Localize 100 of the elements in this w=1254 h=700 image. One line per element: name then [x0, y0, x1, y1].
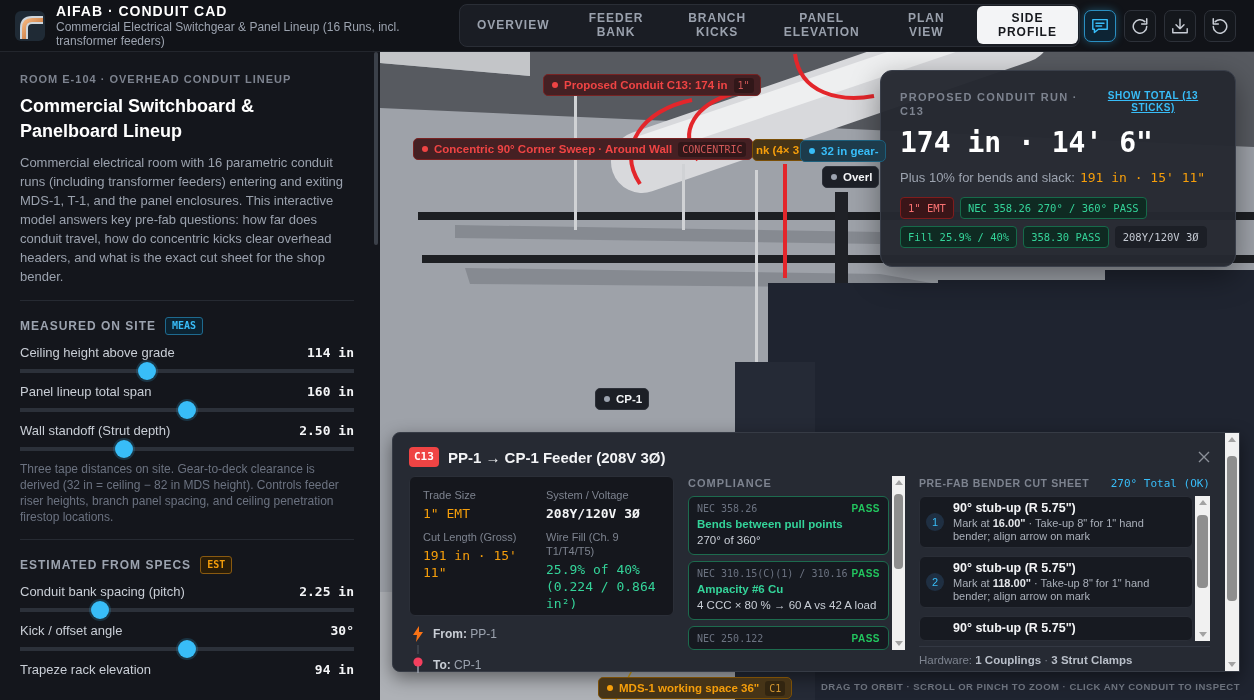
refresh-button[interactable] [1124, 9, 1156, 42]
section-title: MEASURED ON SITE [20, 319, 156, 333]
label-text: 32 in gear- [821, 145, 879, 157]
spec-label: Wire Fill (Ch. 9 T1/T4/T5) [546, 530, 620, 558]
run-label: PROPOSED CONDUIT RUN · C13 [900, 90, 1079, 118]
close-icon [1198, 451, 1210, 463]
project-subtitle: Commercial Electrical Switchgear & Panel Lineup (16 Runs, incl. transformer feeders) [56, 20, 401, 48]
slider-value: 30° [330, 622, 354, 640]
lightning-icon [413, 626, 423, 642]
view-tab[interactable]: PLAN VIEW [875, 6, 977, 44]
source-tag: EST [200, 556, 233, 574]
conduit[interactable] [793, 53, 875, 100]
slider-value: 114 in [307, 344, 354, 362]
label-tag: CONCENTRIC [678, 141, 747, 157]
chat-button[interactable] [1084, 9, 1116, 42]
spec-label: System / Voltage [546, 488, 630, 502]
slider-thumb[interactable] [137, 362, 156, 380]
run-length: 174 in · 14' 6" [900, 126, 1154, 160]
step-number: 2 [926, 573, 944, 591]
scrollbar[interactable] [1195, 496, 1210, 641]
threaded-rod [682, 164, 685, 230]
section-note: Three tape distances on site. Gear-to-deck clearance is derived (32 in = ceiling − 82 in MDS height). Controls feeder riser heights, branch panel spacing, and ceiling penetration firestop locations. [20, 461, 340, 525]
room-label: ROOM E-104 · OVERHEAD CONDUIT LINEUP [20, 72, 293, 86]
hardware-summary: Hardware: 1 Couplings · 3 Strut Clamps [919, 646, 1210, 667]
app-title: AIFAB · CONDUIT CAD [56, 3, 229, 20]
undo-icon [1212, 17, 1228, 34]
slider-thumb[interactable] [178, 401, 196, 419]
allowance-value: 191 in · 15' 11" [1079, 170, 1206, 185]
slider-label: Conduit bank spacing (pitch) [20, 583, 185, 601]
label-text: nk (4× 3 [756, 144, 800, 156]
slider-label: Ceiling height above grade [20, 344, 175, 362]
source-tag: MEAS [165, 317, 204, 335]
rule-detail: 270° of 360° [697, 533, 762, 548]
scrollbar-thumb[interactable] [894, 494, 903, 569]
pin-icon [413, 657, 423, 673]
spec-chip: 358.30 PASS [1023, 226, 1109, 248]
close-button[interactable] [1198, 451, 1210, 463]
label-text: Concentric 90° Corner Sweep · Around Wall [434, 143, 673, 155]
navigation-hint: DRAG TO ORBIT · SCROLL OR PINCH TO ZOOM · CLICK ANY CONDUIT TO INSPECT [820, 681, 1240, 692]
compliance-heading: COMPLIANCE [688, 477, 773, 490]
view-tab[interactable]: PANEL ELEVATION [767, 6, 876, 44]
label-text: Overl [843, 171, 873, 183]
bend-total: 270° Total (OK) [1110, 476, 1210, 490]
rule-code: NEC 358.26 [697, 502, 758, 515]
label-tag: 1" [733, 77, 754, 93]
scrollbar[interactable] [892, 476, 905, 650]
conduit-tag: C13 [409, 447, 439, 467]
slider-thumb[interactable] [91, 601, 110, 619]
route-text: From: PP-1 [433, 627, 497, 641]
dialog-title: PP-1 → CP-1 Feeder (208V 3Ø) [447, 448, 666, 466]
slider-value: 160 in [307, 383, 354, 401]
label-text: CP-1 [616, 393, 643, 405]
view-tab[interactable]: OVERVIEW [461, 6, 566, 44]
status-label: PASS [851, 568, 880, 579]
slider-value: 2.50 in [299, 422, 354, 440]
step-number: 1 [926, 513, 944, 531]
slider-thumb[interactable] [114, 440, 133, 458]
slider-thumb[interactable] [178, 640, 196, 658]
reset-button[interactable] [1204, 9, 1236, 42]
view-tab[interactable]: BRANCH KICKS [666, 6, 768, 44]
spec-chip: Fill 25.9% / 40% [900, 226, 1018, 248]
slider-value: 2.25 in [299, 583, 354, 601]
spec-value: 208Y/120V 3Ø [546, 505, 641, 522]
slider-label: Trapeze rack elevation [20, 661, 152, 679]
rule-code: NEC 310.15(C)(1) / 310.16 [697, 567, 848, 580]
slider-value: 94 in [314, 661, 354, 679]
elbow-pipe-icon [15, 10, 45, 41]
scrollbar-thumb[interactable] [374, 52, 378, 245]
show-total-link[interactable]: SHOW TOTAL (13 STICKS) [1104, 90, 1202, 114]
slider-label: Kick / offset angle [20, 622, 123, 640]
cut-sheet-heading: PRE-FAB BENDER CUT SHEET [919, 477, 1090, 489]
scrollbar-thumb[interactable] [1227, 455, 1237, 602]
rule-title: Ampacity #6 Cu [697, 582, 785, 597]
label-text: Proposed Conduit C13: 174 in [564, 79, 728, 91]
view-tab[interactable]: SIDE PROFILE [976, 6, 1078, 44]
spec-value: 1" EMT [423, 505, 471, 522]
download-icon [1172, 17, 1188, 34]
download-button[interactable] [1164, 9, 1196, 42]
allowance-label: Plus 10% for bends and slack: [900, 170, 1075, 185]
scrollbar-thumb[interactable] [1197, 515, 1208, 588]
description-text: Commercial electrical room with 16 parametric conduit runs (including transformer feeders) entering and exiting MDS-1, T-1, and the panel enclosures. This interactive model answers key pre-fab questions: how far does conduit travel, how do concentric kicks clear overhead headers, and what is the exact cut sheet for the shop bender. [20, 154, 344, 286]
view-tab[interactable]: FEEDER BANK [565, 6, 667, 44]
step-title: 90° stub-up (R 5.75") [953, 501, 1077, 516]
label-tag: C1 [765, 680, 786, 696]
section-title: ESTIMATED FROM SPECS [20, 558, 192, 572]
step-detail: Mark at 16.00" · Take-up 8" for 1" hand bender; align arrow on mark [953, 517, 1145, 543]
scrollbar[interactable] [1225, 433, 1239, 671]
step-title: 90° stub-up (R 5.75") [953, 561, 1077, 576]
slider-label: Wall standoff (Strut depth) [20, 422, 171, 440]
sidebar-title: Commercial Switchboard & Panelboard Lineup [20, 95, 256, 143]
slider-label: Panel lineup total span [20, 383, 152, 401]
route-text: To: CP-1 [433, 658, 482, 672]
step-title: 90° stub-up (R 5.75") [953, 621, 1076, 636]
spec-label: Trade Size [423, 488, 477, 502]
rule-detail: 4 CCC × 80 % → 60 A vs 42 A load [697, 598, 878, 613]
spec-label: Cut Length (Gross) [423, 530, 518, 544]
refresh-icon [1132, 17, 1148, 34]
spec-chip: 1" EMT [900, 197, 954, 219]
spec-chip: 208Y/120V 3Ø [1114, 226, 1207, 248]
spec-value: 191 in · 15' 11" [423, 547, 518, 581]
